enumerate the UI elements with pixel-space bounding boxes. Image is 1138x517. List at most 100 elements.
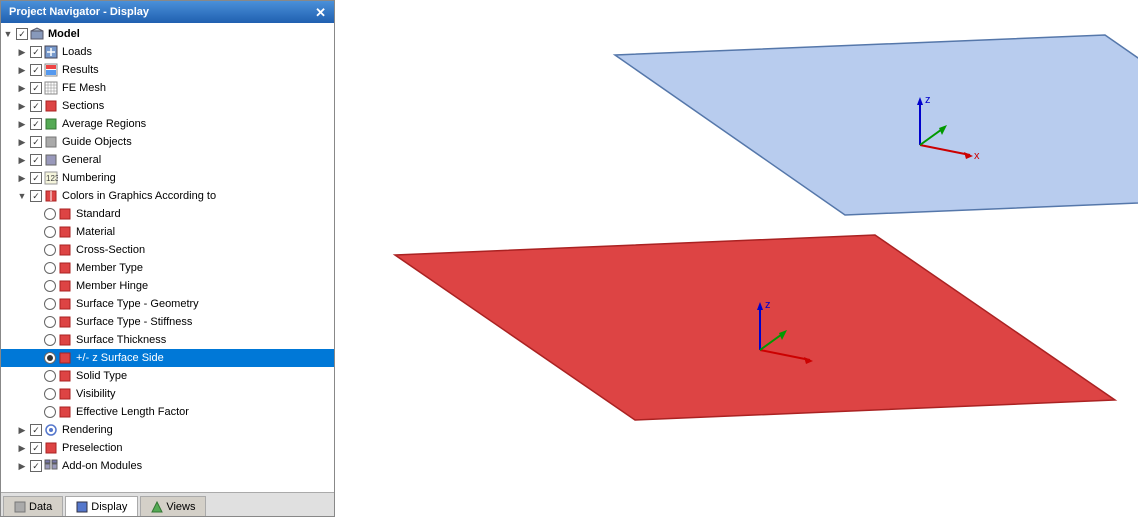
model-icon bbox=[29, 26, 45, 42]
svg-text:123: 123 bbox=[46, 174, 58, 183]
member-type-icon bbox=[57, 260, 73, 276]
radio-material[interactable] bbox=[43, 226, 57, 238]
tree-item-surface-stiff[interactable]: ▶ Surface Type - Stiffness bbox=[1, 313, 334, 331]
tab-data-label: Data bbox=[29, 501, 52, 513]
checkbox-sections[interactable] bbox=[29, 100, 43, 112]
checkbox-model[interactable] bbox=[15, 28, 29, 40]
z-surface-icon bbox=[57, 350, 73, 366]
tree-item-numbering[interactable]: ▶ 123 Numbering bbox=[1, 169, 334, 187]
expander-avgregions[interactable]: ▶ bbox=[15, 119, 29, 130]
tree-item-surface-geom[interactable]: ▶ Surface Type - Geometry bbox=[1, 295, 334, 313]
radio-solid-type[interactable] bbox=[43, 370, 57, 382]
tree-item-guideobj[interactable]: ▶ Guide Objects bbox=[1, 133, 334, 151]
tree-item-results[interactable]: ▶ Results bbox=[1, 61, 334, 79]
radio-z-surface[interactable] bbox=[43, 352, 57, 364]
tree-item-preselection[interactable]: ▶ Preselection bbox=[1, 439, 334, 457]
checkbox-numbering[interactable] bbox=[29, 172, 43, 184]
expander-general[interactable]: ▶ bbox=[15, 155, 29, 166]
checkbox-guideobj[interactable] bbox=[29, 136, 43, 148]
bottom-tabs-bar: Data Display Views bbox=[1, 492, 334, 516]
solid-type-label: Solid Type bbox=[76, 370, 127, 382]
avgregions-label: Average Regions bbox=[62, 118, 146, 130]
colors-label: Colors in Graphics According to bbox=[62, 190, 216, 202]
expander-results[interactable]: ▶ bbox=[15, 65, 29, 76]
tree-item-femesh[interactable]: ▶ FE Mesh bbox=[1, 79, 334, 97]
checkbox-addon[interactable] bbox=[29, 460, 43, 472]
views-tab-icon bbox=[151, 501, 163, 513]
guideobj-icon bbox=[43, 134, 59, 150]
expander-addon[interactable]: ▶ bbox=[15, 461, 29, 472]
radio-surface-stiff[interactable] bbox=[43, 316, 57, 328]
close-button[interactable]: ✕ bbox=[315, 6, 326, 19]
numbering-icon: 123 bbox=[43, 170, 59, 186]
checkbox-preselection[interactable] bbox=[29, 442, 43, 454]
radio-surface-geom[interactable] bbox=[43, 298, 57, 310]
radio-member-type[interactable] bbox=[43, 262, 57, 274]
eff-length-icon bbox=[57, 404, 73, 420]
guideobj-label: Guide Objects bbox=[62, 136, 132, 148]
svg-text:z: z bbox=[765, 299, 771, 311]
radio-visibility[interactable] bbox=[43, 388, 57, 400]
expander-guideobj[interactable]: ▶ bbox=[15, 137, 29, 148]
tree-item-surface-thick[interactable]: ▶ Surface Thickness bbox=[1, 331, 334, 349]
eff-length-label: Effective Length Factor bbox=[76, 406, 189, 418]
expander-model[interactable]: ▼ bbox=[1, 29, 15, 39]
radio-cross-section[interactable] bbox=[43, 244, 57, 256]
checkbox-results[interactable] bbox=[29, 64, 43, 76]
tree-item-eff-length[interactable]: ▶ Effective Length Factor bbox=[1, 403, 334, 421]
surface-thick-icon bbox=[57, 332, 73, 348]
results-label: Results bbox=[62, 64, 99, 76]
tab-data[interactable]: Data bbox=[3, 496, 63, 516]
preselection-icon bbox=[43, 440, 59, 456]
tree-item-avgregions[interactable]: ▶ Average Regions bbox=[1, 115, 334, 133]
addon-label: Add-on Modules bbox=[62, 460, 142, 472]
cross-section-icon bbox=[57, 242, 73, 258]
tree-item-material[interactable]: ▶ Material bbox=[1, 223, 334, 241]
tree-item-loads[interactable]: ▶ Loads bbox=[1, 43, 334, 61]
checkbox-avgregions[interactable] bbox=[29, 118, 43, 130]
checkbox-rendering[interactable] bbox=[29, 424, 43, 436]
tree-item-sections[interactable]: ▶ Sections bbox=[1, 97, 334, 115]
loads-label: Loads bbox=[62, 46, 92, 58]
tree-item-rendering[interactable]: ▶ Rendering bbox=[1, 421, 334, 439]
tree-item-model[interactable]: ▼ Model bbox=[1, 25, 334, 43]
tree-item-cross-section[interactable]: ▶ Cross-Section bbox=[1, 241, 334, 259]
tree-item-standard[interactable]: ▶ Standard bbox=[1, 205, 334, 223]
tab-views[interactable]: Views bbox=[140, 496, 206, 516]
checkbox-loads[interactable] bbox=[29, 46, 43, 58]
tree-item-solid-type[interactable]: ▶ Solid Type bbox=[1, 367, 334, 385]
expander-rendering[interactable]: ▶ bbox=[15, 425, 29, 436]
viewport-panel: z x z bbox=[335, 0, 1138, 517]
tab-display-label: Display bbox=[91, 501, 127, 513]
expander-colors[interactable]: ▼ bbox=[15, 191, 29, 201]
tab-display[interactable]: Display bbox=[65, 496, 138, 516]
preselection-label: Preselection bbox=[62, 442, 123, 454]
checkbox-colors[interactable] bbox=[29, 190, 43, 202]
expander-numbering[interactable]: ▶ bbox=[15, 173, 29, 184]
tree-item-z-surface[interactable]: ▶ +/- z Surface Side bbox=[1, 349, 334, 367]
radio-standard[interactable] bbox=[43, 208, 57, 220]
colors-icon bbox=[43, 188, 59, 204]
radio-surface-thick[interactable] bbox=[43, 334, 57, 346]
femesh-label: FE Mesh bbox=[62, 82, 106, 94]
tree-item-colors[interactable]: ▼ Colors in Graphics According to bbox=[1, 187, 334, 205]
rendering-icon bbox=[43, 422, 59, 438]
expander-loads[interactable]: ▶ bbox=[15, 47, 29, 58]
checkbox-general[interactable] bbox=[29, 154, 43, 166]
avgregions-icon bbox=[43, 116, 59, 132]
data-tab-icon bbox=[14, 501, 26, 513]
expander-preselection[interactable]: ▶ bbox=[15, 443, 29, 454]
standard-icon bbox=[57, 206, 73, 222]
radio-eff-length[interactable] bbox=[43, 406, 57, 418]
tree-item-member-hinge[interactable]: ▶ Member Hinge bbox=[1, 277, 334, 295]
checkbox-femesh[interactable] bbox=[29, 82, 43, 94]
tree-item-member-type[interactable]: ▶ Member Type bbox=[1, 259, 334, 277]
tree-item-visibility[interactable]: ▶ Visibility bbox=[1, 385, 334, 403]
expander-sections[interactable]: ▶ bbox=[15, 101, 29, 112]
tab-views-label: Views bbox=[166, 501, 195, 513]
project-navigator-panel: Project Navigator - Display ✕ ▼ Model ▶ … bbox=[0, 0, 335, 517]
tree-item-addon[interactable]: ▶ Add-on Modules bbox=[1, 457, 334, 475]
tree-item-general[interactable]: ▶ General bbox=[1, 151, 334, 169]
radio-member-hinge[interactable] bbox=[43, 280, 57, 292]
expander-femesh[interactable]: ▶ bbox=[15, 83, 29, 94]
